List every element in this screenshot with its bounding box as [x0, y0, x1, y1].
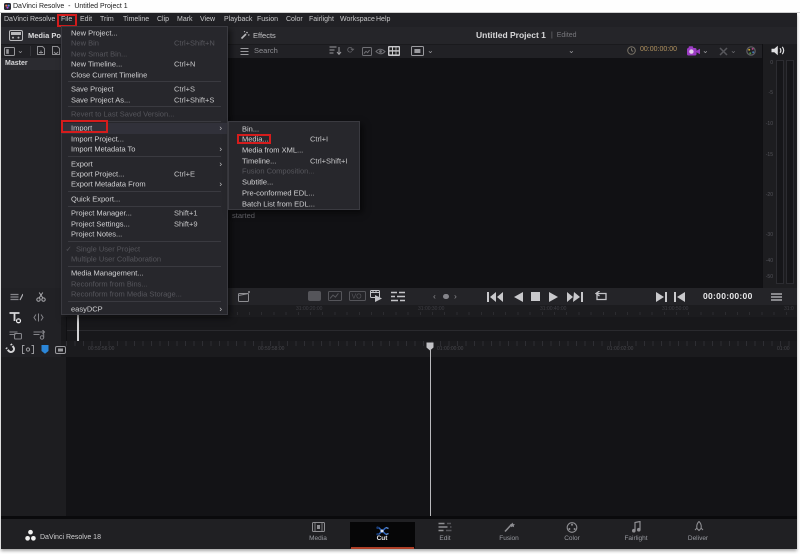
svg-text:VO: VO [352, 294, 363, 301]
